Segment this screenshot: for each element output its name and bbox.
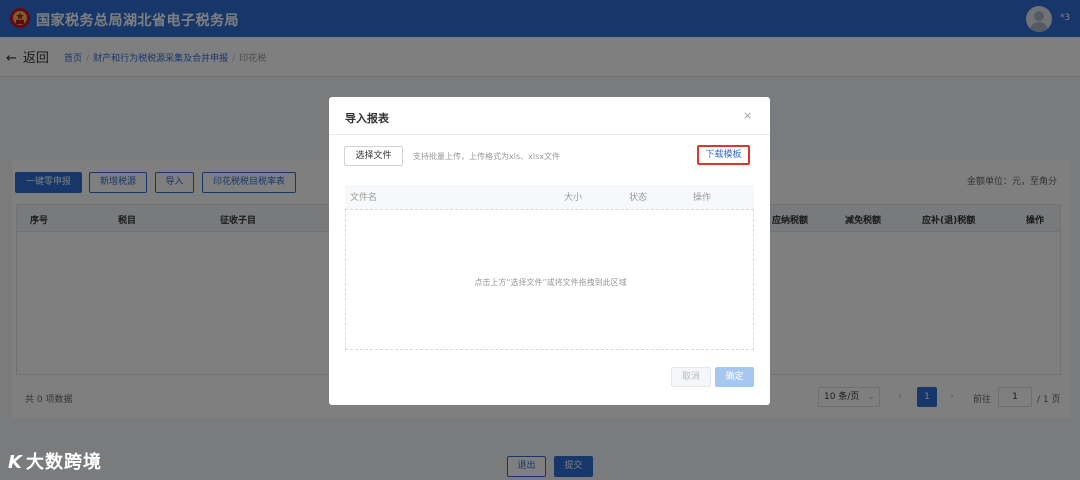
import-report-dialog: 导入报表 × 选择文件 支持批量上传，上传格式为xls、xlsx文件 下载模板 … [329, 97, 770, 405]
watermark-mark: K [8, 452, 22, 473]
column-header-status: 状态 [629, 193, 648, 203]
file-drop-zone[interactable]: 点击上方“选择文件”或将文件拖拽到此区域 [345, 209, 754, 350]
choose-file-button[interactable]: 选择文件 [344, 146, 403, 166]
column-header-size: 大小 [564, 193, 583, 203]
watermark-logo: K 大数跨境 [8, 448, 102, 473]
cancel-button[interactable]: 取消 [671, 367, 711, 387]
upload-hint: 支持批量上传，上传格式为xls、xlsx文件 [413, 152, 560, 161]
drop-zone-text: 点击上方“选择文件”或将文件拖拽到此区域 [474, 278, 627, 287]
watermark-text: 大数跨境 [25, 452, 102, 473]
divider [329, 134, 770, 135]
column-header-action: 操作 [693, 193, 712, 203]
close-icon[interactable]: × [743, 109, 752, 122]
column-header-file-name: 文件名 [350, 193, 378, 203]
dialog-title: 导入报表 [345, 112, 389, 125]
confirm-button[interactable]: 确定 [715, 367, 754, 387]
download-template-button[interactable]: 下载模板 [697, 145, 750, 165]
